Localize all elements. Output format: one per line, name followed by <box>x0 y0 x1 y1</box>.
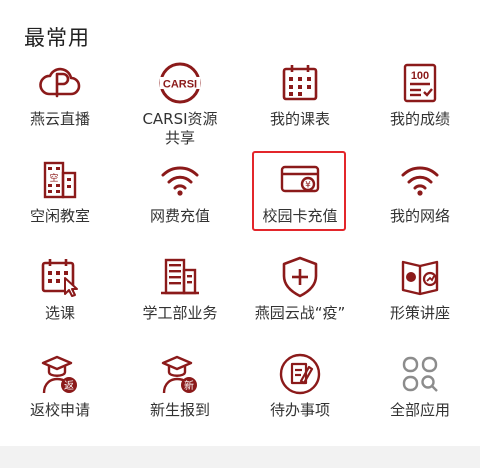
app-item-carsi[interactable]: CARSI CARSI资源共享 <box>120 58 240 155</box>
app-label: 学工部业务 <box>142 304 218 322</box>
section-title: 最常用 <box>24 26 90 50</box>
wifi-icon <box>397 157 443 203</box>
graduate-return-icon: 返 <box>37 351 83 397</box>
all-apps-icon <box>397 351 443 397</box>
svg-text:100: 100 <box>411 70 429 82</box>
bottom-divider-band <box>0 446 480 468</box>
app-item-my-timetable[interactable]: 我的课表 <box>240 58 360 155</box>
app-grid: 燕云直播 CARSI CARSI资源共享 我的课表 100 我的成绩 空 空闲教… <box>0 58 480 446</box>
app-label: 新生报到 <box>149 401 210 419</box>
app-label: 校园卡充值 <box>262 207 338 225</box>
carsi-icon: CARSI <box>157 60 203 106</box>
app-item-return-application[interactable]: 返 返校申请 <box>0 349 120 446</box>
card-yuan-icon: ¥ <box>277 157 323 203</box>
app-item-todo[interactable]: 待办事项 <box>240 349 360 446</box>
app-label: 我的网络 <box>389 207 450 225</box>
frequent-apps-panel: 最常用 燕云直播 CARSI CARSI资源共享 我的课表 100 我的成绩 空… <box>0 0 480 468</box>
wifi-icon <box>157 157 203 203</box>
svg-text:¥: ¥ <box>305 181 311 191</box>
office-building-icon <box>157 254 203 300</box>
calendar-select-icon <box>37 254 83 300</box>
graduate-new-icon: 新 <box>157 351 203 397</box>
app-item-net-fee-topup[interactable]: 网费充值 <box>120 155 240 252</box>
app-label: 网费充值 <box>149 207 210 225</box>
score-icon: 100 <box>397 60 443 106</box>
app-row: 空 空闲教室 网费充值 ¥ 校园卡充值 我的网络 <box>0 155 480 252</box>
todo-edit-icon <box>277 351 323 397</box>
svg-text:CARSI: CARSI <box>163 79 197 91</box>
app-row: 返 返校申请 新 新生报到 待办事项 全部应用 <box>0 349 480 446</box>
svg-text:返: 返 <box>64 380 74 392</box>
app-row: 选课 学工部业务 燕园云战“疫” 形策讲座 <box>0 252 480 349</box>
app-label: 空闲教室 <box>29 207 90 225</box>
app-label: 返校申请 <box>29 401 90 419</box>
app-item-all-apps[interactable]: 全部应用 <box>360 349 480 446</box>
app-item-campus-card-topup[interactable]: ¥ 校园卡充值 <box>240 155 360 252</box>
app-row: 燕云直播 CARSI CARSI资源共享 我的课表 100 我的成绩 <box>0 58 480 155</box>
svg-text:新: 新 <box>184 379 194 392</box>
app-item-policy-lecture[interactable]: 形策讲座 <box>360 252 480 349</box>
app-label: 我的课表 <box>269 110 330 128</box>
cloud-play-icon <box>37 60 83 106</box>
app-item-my-scores[interactable]: 100 我的成绩 <box>360 58 480 155</box>
app-item-my-network[interactable]: 我的网络 <box>360 155 480 252</box>
app-item-freshman-registration[interactable]: 新 新生报到 <box>120 349 240 446</box>
app-item-course-selection[interactable]: 选课 <box>0 252 120 349</box>
app-item-student-affairs[interactable]: 学工部业务 <box>120 252 240 349</box>
app-label: CARSI资源共享 <box>142 110 218 147</box>
book-emblem-icon <box>397 254 443 300</box>
app-label: 待办事项 <box>269 401 330 419</box>
app-label: 燕园云战“疫” <box>254 304 346 322</box>
building-icon: 空 <box>37 157 83 203</box>
app-item-free-classroom[interactable]: 空 空闲教室 <box>0 155 120 252</box>
app-label: 我的成绩 <box>389 110 450 128</box>
app-label: 形策讲座 <box>389 304 450 322</box>
app-label: 选课 <box>44 304 75 322</box>
calendar-icon <box>277 60 323 106</box>
app-item-epidemic-fight[interactable]: 燕园云战“疫” <box>240 252 360 349</box>
app-item-yanyun-live[interactable]: 燕云直播 <box>0 58 120 155</box>
app-label: 全部应用 <box>389 401 450 419</box>
shield-plus-icon <box>277 254 323 300</box>
app-label: 燕云直播 <box>29 110 90 128</box>
svg-text:空: 空 <box>49 172 58 184</box>
